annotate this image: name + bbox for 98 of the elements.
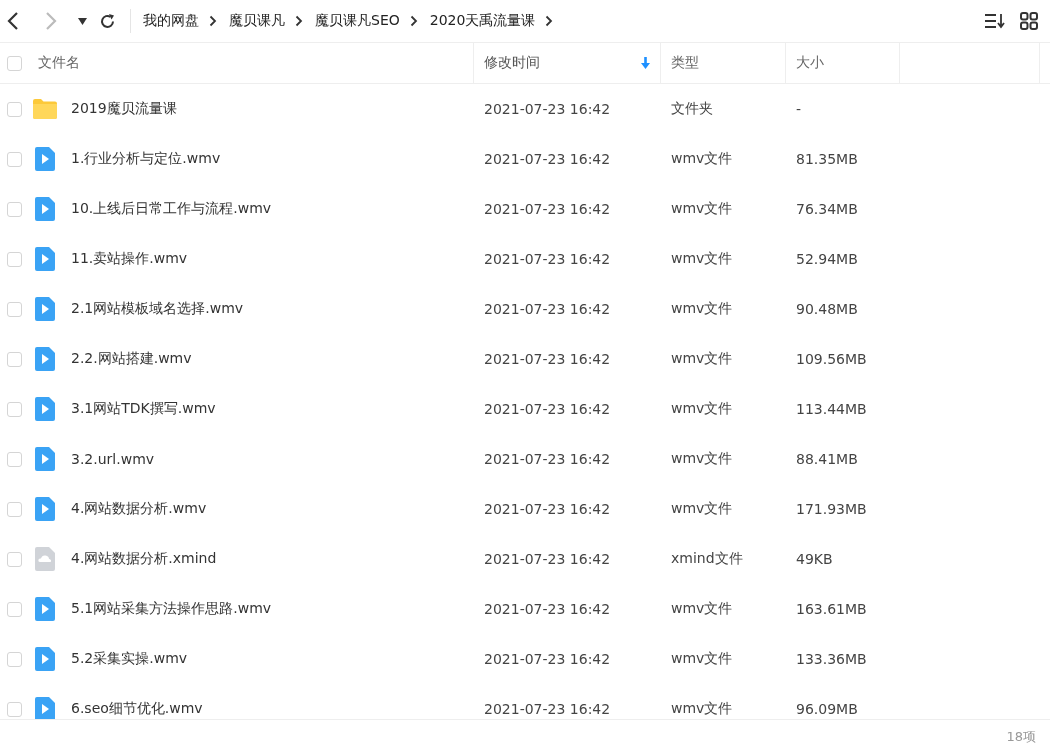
file-size: 88.41MB bbox=[796, 451, 858, 467]
dropdown-icon[interactable] bbox=[78, 17, 87, 25]
file-name[interactable]: 2.1网站模板域名选择.wmv bbox=[71, 300, 244, 318]
file-type: xmind文件 bbox=[671, 550, 743, 566]
file-size: 76.34MB bbox=[796, 201, 858, 217]
row-checkbox[interactable] bbox=[6, 651, 22, 667]
video-file-icon bbox=[32, 147, 58, 171]
file-type: wmv文件 bbox=[671, 500, 733, 516]
row-checkbox[interactable] bbox=[6, 501, 22, 517]
forward-icon[interactable] bbox=[44, 11, 58, 31]
file-size: 81.35MB bbox=[796, 151, 858, 167]
modified-time: 2021-07-23 16:42 bbox=[484, 651, 611, 667]
video-file-icon bbox=[32, 397, 58, 421]
file-name[interactable]: 3.2.url.wmv bbox=[71, 451, 155, 467]
file-type: wmv文件 bbox=[671, 650, 733, 666]
modified-time: 2021-07-23 16:42 bbox=[484, 501, 611, 517]
file-size: 52.94MB bbox=[796, 251, 858, 267]
column-header[interactable]: 修改时间 bbox=[484, 54, 540, 72]
modified-time: 2021-07-23 16:42 bbox=[484, 101, 611, 117]
video-file-icon bbox=[32, 697, 58, 719]
file-name[interactable]: 4.网站数据分析.wmv bbox=[71, 500, 207, 518]
file-name[interactable]: 11.卖站操作.wmv bbox=[71, 250, 188, 268]
file-type: wmv文件 bbox=[671, 450, 733, 466]
modified-time: 2021-07-23 16:42 bbox=[484, 551, 611, 567]
file-size: 171.93MB bbox=[796, 501, 867, 517]
file-size: - bbox=[796, 101, 802, 117]
modified-time: 2021-07-23 16:42 bbox=[484, 351, 611, 367]
file-name[interactable]: 5.1网站采集方法操作思路.wmv bbox=[71, 600, 272, 618]
file-size: 163.61MB bbox=[796, 601, 867, 617]
video-file-icon bbox=[32, 497, 58, 521]
select-all-checkbox[interactable] bbox=[6, 55, 22, 71]
row-checkbox[interactable] bbox=[6, 451, 22, 467]
row-checkbox[interactable] bbox=[6, 151, 22, 167]
video-file-icon bbox=[32, 447, 58, 471]
video-file-icon bbox=[32, 247, 58, 271]
file-type: wmv文件 bbox=[671, 400, 733, 416]
column-header[interactable]: 类型 bbox=[671, 54, 699, 72]
modified-time: 2021-07-23 16:42 bbox=[484, 251, 611, 267]
video-file-icon bbox=[32, 347, 58, 371]
file-size: 90.48MB bbox=[796, 301, 858, 317]
video-file-icon bbox=[32, 197, 58, 221]
file-name[interactable]: 10.上线后日常工作与流程.wmv bbox=[71, 200, 272, 218]
row-checkbox[interactable] bbox=[6, 101, 22, 117]
file-type: wmv文件 bbox=[671, 350, 733, 366]
folder-icon bbox=[32, 98, 58, 120]
chevron-icon bbox=[409, 15, 418, 27]
file-name[interactable]: 3.1网站TDK撰写.wmv bbox=[71, 400, 216, 418]
file-type: wmv文件 bbox=[671, 300, 733, 316]
breadcrumb-link[interactable]: 我的网盘 bbox=[143, 12, 199, 30]
video-file-icon bbox=[32, 647, 58, 671]
column-header[interactable]: 大小 bbox=[796, 54, 824, 72]
file-size: 109.56MB bbox=[796, 351, 867, 367]
row-checkbox[interactable] bbox=[6, 601, 22, 617]
file-name[interactable]: 2019魔贝流量课 bbox=[71, 100, 177, 118]
file-type: wmv文件 bbox=[671, 250, 733, 266]
chevron-icon bbox=[295, 15, 303, 27]
file-name[interactable]: 4.网站数据分析.xmind bbox=[71, 550, 217, 568]
file-name[interactable]: 6.seo细节优化.wmv bbox=[71, 700, 203, 718]
modified-time: 2021-07-23 16:42 bbox=[484, 701, 611, 717]
row-checkbox[interactable] bbox=[6, 251, 22, 267]
modified-time: 2021-07-23 16:42 bbox=[484, 451, 611, 467]
breadcrumb-link[interactable]: 魔贝课凡 bbox=[229, 12, 285, 30]
file-size: 49KB bbox=[796, 551, 833, 567]
refresh-icon[interactable] bbox=[99, 12, 116, 30]
row-checkbox[interactable] bbox=[6, 301, 22, 317]
chevron-icon bbox=[209, 15, 217, 27]
breadcrumb-link[interactable]: 魔贝课凡SEO bbox=[315, 12, 400, 30]
file-size: 133.36MB bbox=[796, 651, 867, 667]
file-name[interactable]: 2.2.网站搭建.wmv bbox=[71, 350, 192, 368]
row-checkbox[interactable] bbox=[6, 351, 22, 367]
cloud-file-icon bbox=[32, 547, 58, 571]
modified-time: 2021-07-23 16:42 bbox=[484, 201, 611, 217]
sort-icon[interactable] bbox=[984, 13, 1006, 29]
modified-time: 2021-07-23 16:42 bbox=[484, 151, 611, 167]
file-name[interactable]: 1.行业分析与定位.wmv bbox=[71, 150, 221, 168]
file-size: 96.09MB bbox=[796, 701, 858, 717]
row-checkbox[interactable] bbox=[6, 701, 22, 717]
video-file-icon bbox=[32, 297, 58, 321]
row-checkbox[interactable] bbox=[6, 201, 22, 217]
grid-view-icon[interactable] bbox=[1020, 12, 1038, 30]
chevron-icon bbox=[545, 15, 554, 27]
file-type: wmv文件 bbox=[671, 600, 733, 616]
file-size: 113.44MB bbox=[796, 401, 867, 417]
file-type: wmv文件 bbox=[671, 700, 733, 716]
modified-time: 2021-07-23 16:42 bbox=[484, 301, 611, 317]
column-header[interactable]: 文件名 bbox=[38, 54, 80, 72]
item-count: 18项 bbox=[1006, 727, 1036, 746]
modified-time: 2021-07-23 16:42 bbox=[484, 601, 611, 617]
row-checkbox[interactable] bbox=[6, 401, 22, 417]
video-file-icon bbox=[32, 597, 58, 621]
file-type: 文件夹 bbox=[671, 100, 713, 116]
file-type: wmv文件 bbox=[671, 200, 733, 216]
modified-time: 2021-07-23 16:42 bbox=[484, 401, 611, 417]
row-checkbox[interactable] bbox=[6, 551, 22, 567]
breadcrumb-link[interactable]: 2020天禹流量课 bbox=[429, 12, 536, 30]
file-type: wmv文件 bbox=[671, 150, 733, 166]
file-name[interactable]: 5.2采集实操.wmv bbox=[71, 650, 188, 668]
back-icon[interactable] bbox=[6, 11, 20, 31]
